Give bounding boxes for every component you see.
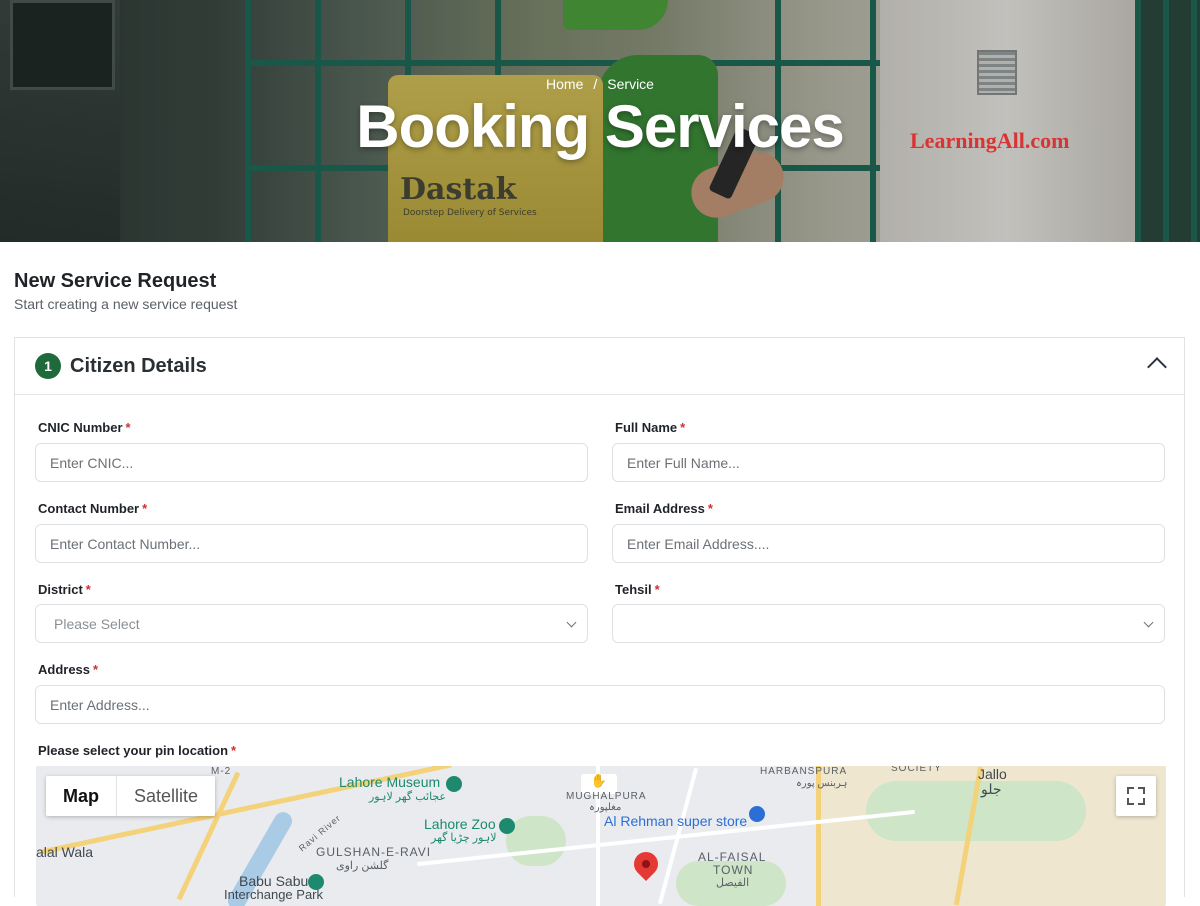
map-label-lahore-zoo-ur: لاہور چڑیا گھر (431, 832, 497, 844)
map-label-interchange: Interchange Park (224, 887, 324, 902)
cnic-input[interactable] (35, 443, 588, 482)
map-type-map-button[interactable]: Map (46, 776, 117, 816)
map-label-lahore-zoo: Lahore Zoo (424, 816, 496, 832)
map-label-lahore-museum: Lahore Museum (339, 774, 441, 790)
address-input[interactable] (35, 685, 1165, 724)
district-selected-value: Please Select (54, 615, 140, 632)
chevron-down-icon (566, 617, 577, 628)
map-type-satellite-button[interactable]: Satellite (117, 776, 215, 816)
breadcrumb-home[interactable]: Home (546, 76, 583, 92)
map-label-al-faisal-ur: الفیصل (716, 877, 750, 889)
breadcrumb-current: Service (607, 76, 654, 92)
location-pin-icon[interactable] (629, 847, 663, 881)
contact-number-label: Contact Number * (38, 501, 148, 516)
page-header: New Service Request Start creating a new… (14, 270, 237, 312)
location-map[interactable]: Map Satellite ✋ M-2 Lahore Museum عجائب … (36, 766, 1166, 906)
citizen-details-header[interactable]: 1 Citizen Details (15, 338, 1184, 395)
museum-icon (446, 776, 462, 792)
address-label: Address * (38, 662, 99, 677)
page-title: New Service Request (14, 270, 217, 292)
map-label-al-rehman: Al Rehman super store (604, 813, 748, 829)
breadcrumb-separator: / (593, 76, 598, 92)
map-label-lahore-museum-ur: عجائب گھر لاہور (369, 791, 447, 803)
email-input[interactable] (612, 524, 1165, 563)
chevron-down-icon (1143, 617, 1154, 628)
tehsil-select[interactable] (612, 604, 1165, 643)
full-name-label: Full Name * (615, 420, 686, 435)
contact-number-input[interactable] (35, 524, 588, 563)
map-label-mughalpura-ur: مغلپورہ (589, 802, 622, 813)
pin-location-label: Please select your pin location * (38, 743, 237, 758)
zoo-icon (499, 818, 515, 834)
fullscreen-icon (1127, 787, 1134, 794)
email-label: Email Address * (615, 501, 713, 516)
map-park (506, 816, 566, 866)
full-name-input[interactable] (612, 443, 1165, 482)
map-label-harbanspura-ur: ہربنس پورہ (796, 778, 848, 789)
cnic-label: CNIC Number * (38, 420, 131, 435)
map-label-jallo: Jallo (978, 766, 1007, 782)
map-label-alal-wala: alal Wala (36, 844, 94, 860)
map-label-m2: M-2 (211, 766, 232, 777)
map-label-gulshan-e-ravi: GULSHAN-E-RAVI (316, 845, 432, 859)
store-icon (749, 806, 765, 822)
step-number-badge: 1 (35, 353, 61, 379)
page-subtitle: Start creating a new service request (14, 296, 238, 312)
park-icon (308, 874, 324, 890)
section-title: Citizen Details (70, 354, 207, 377)
district-select[interactable]: Please Select (35, 604, 588, 643)
map-label-jallo-ur: جلو (981, 781, 1002, 797)
breadcrumb: Home / Service (0, 76, 1200, 92)
map-label-town: TOWN (713, 863, 754, 877)
map-label-gulshan-e-ravi-ur: گلشن راوی (336, 860, 389, 872)
hero-banner: Dastak Doorstep Delivery of Services Hom… (0, 0, 1200, 242)
citizen-details-card: 1 Citizen Details CNIC Number* Full Name… (14, 337, 1185, 906)
chevron-up-icon[interactable] (1147, 357, 1167, 377)
map-label-al-faisal: AL-FAISAL (698, 850, 767, 864)
fullscreen-button[interactable] (1116, 776, 1156, 816)
watermark: LearningAll.com (910, 128, 1070, 153)
district-label: District * (38, 582, 91, 597)
tehsil-label: Tehsil * (615, 582, 660, 597)
map-label-society: SOCIETY (891, 766, 942, 774)
map-label-harbanspura: HARBANSPURA (760, 766, 848, 777)
map-label-mughalpura: MUGHALPURA (566, 791, 647, 802)
map-type-toggle: Map Satellite (46, 776, 216, 816)
